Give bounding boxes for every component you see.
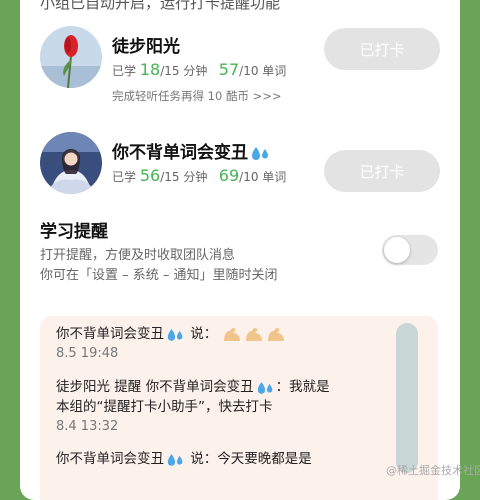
learned-label: 已学 bbox=[112, 64, 137, 78]
message-text: 徒步阳光 提醒 你不背单词会变丑 ：我就是 bbox=[56, 377, 376, 397]
words-goal: /10 单词 bbox=[239, 64, 287, 78]
bonus-hint-link[interactable]: 完成轻听任务再得 10 酷币 >>> bbox=[112, 88, 282, 104]
avatar-image-girl bbox=[40, 132, 102, 194]
reminder-description: 打开提醒，方便及时收取团队消息 你可在「设置 – 系统 – 通知」里随时关闭 bbox=[40, 246, 278, 286]
avatar[interactable] bbox=[40, 132, 102, 194]
message-text-part: ：我就是 bbox=[275, 379, 330, 395]
message-feed: 你不背单词会变丑 说： 8.5 19:48 徒步阳光 提醒 你不背单词会变丑 ：我… bbox=[40, 316, 438, 500]
reminder-line-2: 你可在「设置 – 系统 – 通知」里随时关闭 bbox=[40, 268, 278, 283]
message-item: 徒步阳光 提醒 你不背单词会变丑 ：我就是 本组的“提醒打卡小助手”，快去打卡 8… bbox=[56, 377, 376, 437]
checked-in-button[interactable]: 已打卡 bbox=[324, 28, 440, 70]
avatar[interactable] bbox=[40, 26, 102, 88]
member-name: 徒步阳光 bbox=[112, 37, 180, 57]
group-card: 小组已自动开启，运行打卡提醒功能 徒步阳光 已学 18/15 分钟 57/10 … bbox=[20, 0, 460, 500]
minutes-goal: /15 分钟 bbox=[160, 170, 208, 184]
message-author: 你不背单词会变丑 bbox=[56, 326, 164, 342]
message-item: 你不背单词会变丑 说： 8.5 19:48 bbox=[56, 324, 376, 364]
member-stats: 已学 56/15 分钟 69/10 单词 bbox=[112, 166, 286, 185]
watermark: @稀土掘金技术社区 bbox=[386, 464, 480, 477]
sweat-drops-icon bbox=[167, 328, 183, 341]
member-name-text: 你不背单词会变丑 bbox=[112, 143, 248, 163]
minutes-done: 18 bbox=[139, 60, 161, 79]
message-time: 8.5 19:48 bbox=[56, 346, 119, 361]
message-author: 你不背单词会变丑 bbox=[56, 451, 164, 467]
words-done: 69 bbox=[218, 166, 240, 185]
toggle-knob bbox=[384, 237, 410, 263]
words-done: 57 bbox=[218, 60, 240, 79]
flexed-biceps-icon bbox=[223, 327, 284, 341]
sweat-drops-icon bbox=[167, 453, 183, 466]
reminder-toggle[interactable] bbox=[382, 235, 438, 265]
reminder-title: 学习提醒 bbox=[40, 222, 108, 242]
message-verb: 说： bbox=[186, 326, 218, 342]
checked-in-button[interactable]: 已打卡 bbox=[324, 150, 440, 192]
message-time: 8.4 13:32 bbox=[56, 419, 119, 434]
message-text-line-2: 本组的“提醒打卡小助手”，快去打卡 bbox=[56, 399, 273, 415]
message-text: 你不背单词会变丑 说： bbox=[56, 324, 376, 344]
member-row: 徒步阳光 已学 18/15 分钟 57/10 单词 完成轻听任务再得 10 酷币… bbox=[40, 26, 440, 106]
message-text-part: 说：今天要晚都是是 bbox=[186, 451, 312, 467]
words-goal: /10 单词 bbox=[239, 170, 287, 184]
sweat-drops-icon bbox=[257, 381, 272, 394]
member-row: 你不背单词会变丑 已学 56/15 分钟 69/10 单词 已打卡 bbox=[40, 132, 440, 212]
message-item: 你不背单词会变丑 说：今天要晚都是是 bbox=[56, 449, 376, 469]
message-scrollbar[interactable] bbox=[396, 323, 418, 473]
avatar-image-tulip bbox=[40, 26, 102, 88]
message-text-part: 徒步阳光 提醒 你不背单词会变丑 bbox=[56, 379, 254, 395]
reminder-line-1: 打开提醒，方便及时收取团队消息 bbox=[40, 248, 236, 263]
member-stats: 已学 18/15 分钟 57/10 单词 bbox=[112, 60, 286, 79]
member-name: 你不背单词会变丑 bbox=[112, 138, 272, 163]
message-text: 你不背单词会变丑 说：今天要晚都是是 bbox=[56, 449, 376, 469]
learned-label: 已学 bbox=[112, 170, 137, 184]
minutes-goal: /15 分钟 bbox=[160, 64, 208, 78]
minutes-done: 56 bbox=[139, 166, 161, 185]
sweat-drops-icon bbox=[252, 147, 268, 160]
header-cut-text: 小组已自动开启，运行打卡提醒功能 bbox=[40, 0, 281, 12]
